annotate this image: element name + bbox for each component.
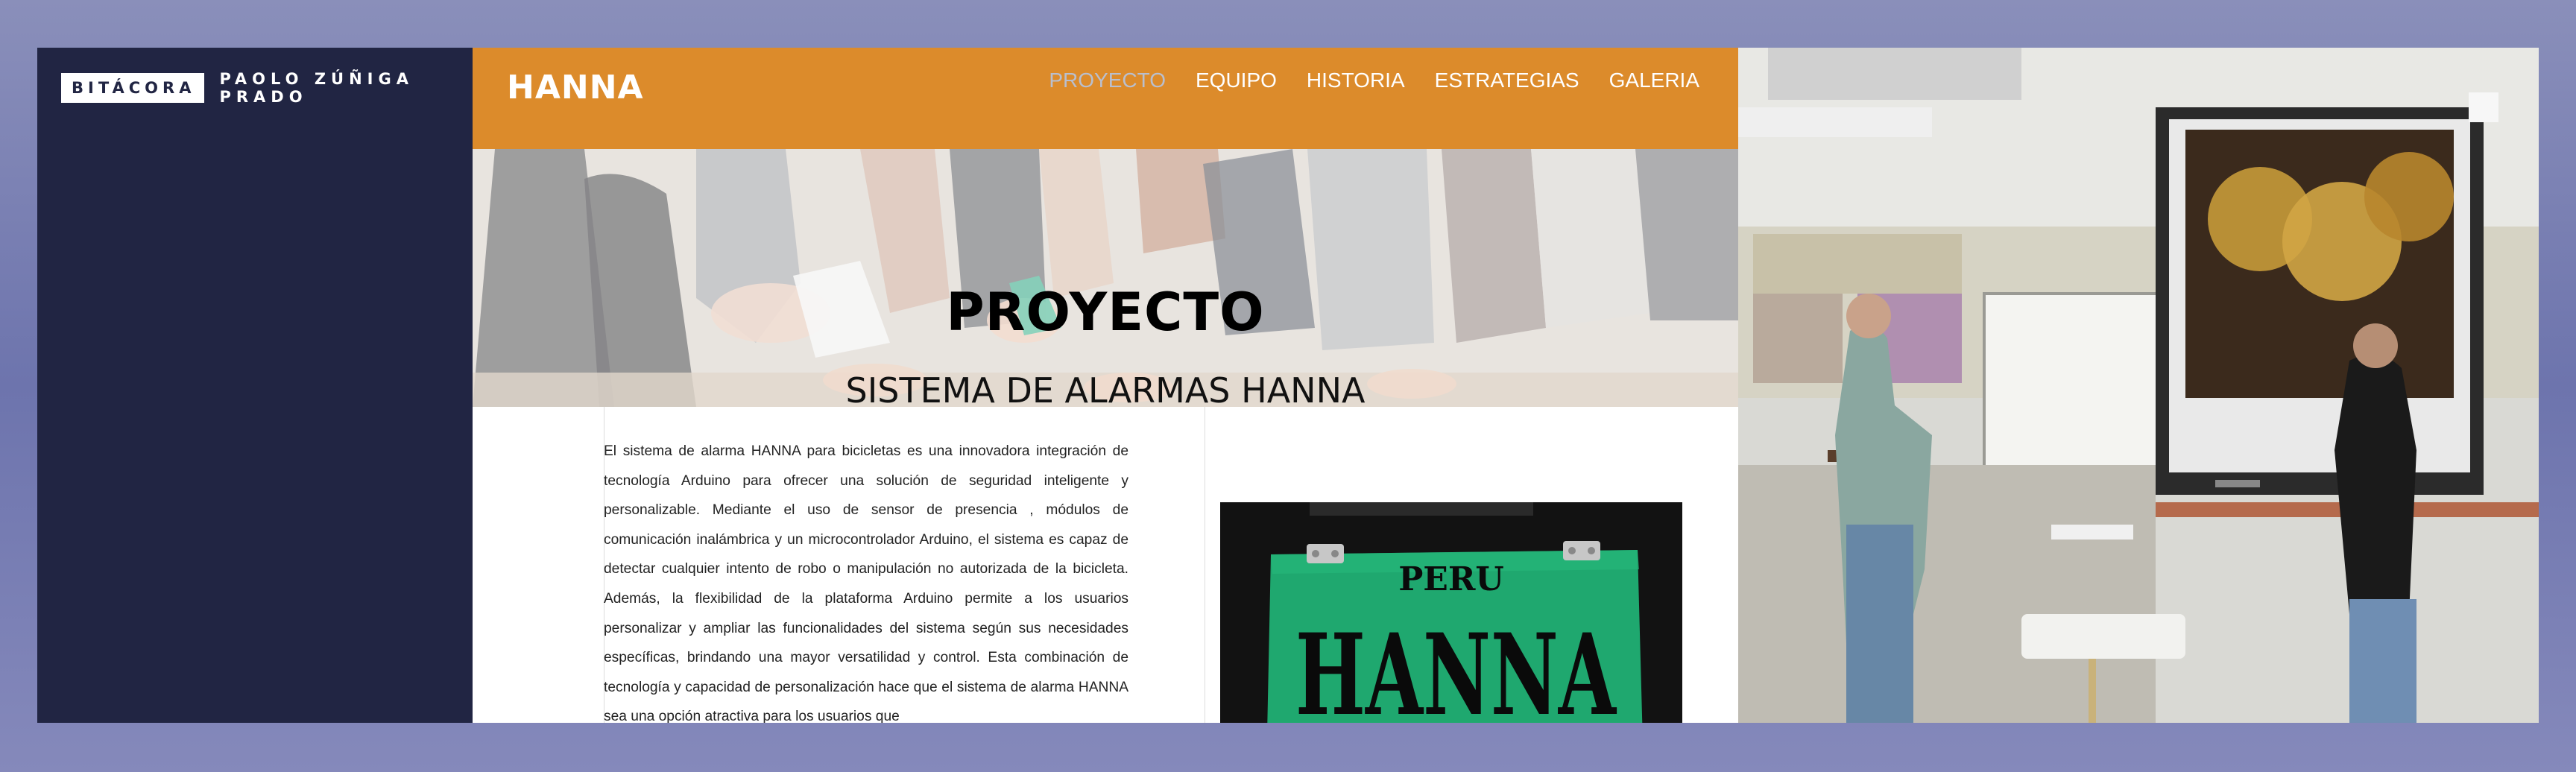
brand-box-label[interactable]: BITÁCORA bbox=[61, 73, 205, 103]
nav-item-estrategias[interactable]: ESTRATEGIAS bbox=[1435, 69, 1579, 92]
page-frame: BITÁCORA PAOLO ZÚÑIGA PRADO HANNA PROYEC… bbox=[37, 48, 2539, 723]
hero-banner: PROYECTO SISTEMA DE ALARMAS HANNA bbox=[473, 149, 1738, 407]
hero-title: PROYECTO bbox=[946, 282, 1265, 343]
classroom-photo bbox=[1738, 48, 2539, 723]
content-section: El sistema de alarma HANNA para biciclet… bbox=[473, 407, 1738, 723]
hanna-sign-image: PERU HANNA bbox=[1220, 502, 1682, 723]
nav-item-proyecto[interactable]: PROYECTO bbox=[1049, 69, 1166, 92]
brand[interactable]: BITÁCORA PAOLO ZÚÑIGA PRADO bbox=[61, 70, 473, 106]
main-nav: PROYECTO EQUIPO HISTORIA ESTRATEGIAS GAL… bbox=[1049, 69, 1699, 92]
nav-item-historia[interactable]: HISTORIA bbox=[1307, 69, 1405, 92]
hero-subtitle: SISTEMA DE ALARMAS HANNA bbox=[845, 370, 1366, 407]
brand-author-name[interactable]: PAOLO ZÚÑIGA PRADO bbox=[219, 70, 473, 106]
main-panel: HANNA PROYECTO EQUIPO HISTORIA ESTRATEGI… bbox=[473, 48, 1738, 723]
project-description: El sistema de alarma HANNA para biciclet… bbox=[604, 443, 1128, 723]
site-logo[interactable]: HANNA bbox=[507, 69, 644, 107]
sign-top-text: PERU bbox=[1398, 560, 1504, 598]
hanna-sign-graphic: PERU HANNA bbox=[1220, 502, 1682, 723]
sidebar: BITÁCORA PAOLO ZÚÑIGA PRADO bbox=[37, 48, 473, 723]
sign-main-text: HANNA bbox=[1295, 610, 1617, 723]
top-navbar: HANNA PROYECTO EQUIPO HISTORIA ESTRATEGI… bbox=[473, 48, 1738, 149]
nav-item-equipo[interactable]: EQUIPO bbox=[1196, 69, 1277, 92]
classroom-photo-graphic bbox=[1738, 48, 2539, 723]
hero-overlay bbox=[473, 149, 1738, 407]
nav-item-galeria[interactable]: GALERIA bbox=[1609, 69, 1699, 92]
